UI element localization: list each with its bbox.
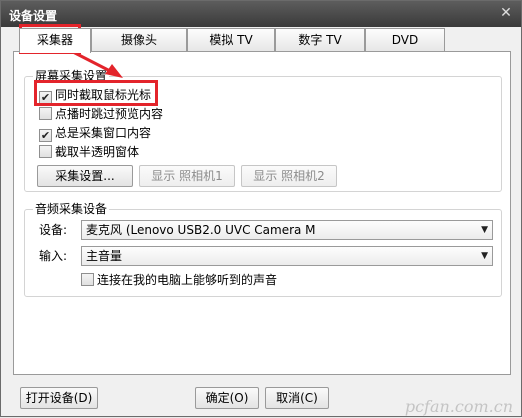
- tab-digital-tv[interactable]: 数字 TV: [275, 28, 365, 52]
- tab-capture-label: 采集器: [36, 33, 73, 47]
- tab-camera-label: 摄像头: [120, 33, 157, 47]
- device-select[interactable]: 麦克风 (Lenovo USB2.0 UVC Camera M ▼: [81, 220, 493, 240]
- tab-bar: 采集器 摄像头 模拟 TV 数字 TV DVD: [13, 28, 501, 53]
- option-label: 同时截取鼠标光标: [55, 88, 152, 102]
- option-label: 截取半透明窗体: [55, 145, 140, 159]
- input-select-value: 主音量: [86, 249, 123, 263]
- audio-capture-group: 音频采集设备 设备: 麦克风 (Lenovo USB2.0 UVC Camera…: [24, 202, 502, 297]
- screen-capture-title: 屏幕采集设置: [33, 69, 110, 83]
- option-label: 点播时跳过预览内容: [55, 107, 164, 121]
- capture-settings-button[interactable]: 采集设置...: [37, 165, 133, 187]
- open-device-button[interactable]: 打开设备(D): [20, 387, 98, 409]
- device-label: 设备:: [39, 223, 68, 237]
- tab-panel: 屏幕采集设置 ✔ 同时截取鼠标光标 点播时跳过预览内容 ✔ 总是采集窗口内容 截取半…: [13, 51, 511, 375]
- tab-analog-tv-label: 模拟 TV: [209, 33, 253, 47]
- device-settings-window: 设备设置 ✕ 采集器 摄像头 模拟 TV 数字 TV DVD 屏幕采集设置 ✔ 同…: [0, 0, 522, 417]
- checkbox-checked-icon[interactable]: ✔: [39, 129, 52, 142]
- input-label: 输入:: [39, 249, 68, 263]
- cancel-button[interactable]: 取消(C): [265, 387, 329, 409]
- chevron-down-icon: ▼: [481, 225, 488, 235]
- input-select[interactable]: 主音量 ▼: [81, 246, 493, 266]
- show-camera2-button[interactable]: 显示 照相机2: [241, 165, 337, 187]
- option-skip-preview[interactable]: 点播时跳过预览内容: [39, 106, 163, 122]
- window-title: 设备设置: [9, 9, 58, 23]
- option-capture-window-content[interactable]: ✔ 总是采集窗口内容: [39, 125, 152, 142]
- screen-capture-group: 屏幕采集设置 ✔ 同时截取鼠标光标 点播时跳过预览内容 ✔ 总是采集窗口内容 截取半…: [24, 69, 502, 192]
- tab-dvd[interactable]: DVD: [365, 28, 445, 52]
- close-icon[interactable]: ✕: [495, 4, 517, 23]
- site-watermark: pcfan.com.cn: [404, 397, 513, 416]
- checkbox-checked-icon[interactable]: ✔: [39, 91, 52, 104]
- option-label: 总是采集窗口内容: [55, 126, 152, 140]
- tab-camera[interactable]: 摄像头: [91, 28, 187, 52]
- tab-dvd-label: DVD: [391, 33, 419, 47]
- checkbox-unchecked-icon[interactable]: [39, 107, 52, 120]
- tab-capture[interactable]: 采集器: [19, 28, 91, 53]
- checkbox-unchecked-icon[interactable]: [39, 145, 52, 158]
- option-label: 连接在我的电脑上能够听到的声音: [97, 273, 278, 287]
- audio-capture-title: 音频采集设备: [33, 202, 110, 216]
- option-capture-translucent[interactable]: 截取半透明窗体: [39, 144, 139, 160]
- option-loopback-audio[interactable]: 连接在我的电脑上能够听到的声音: [81, 272, 277, 288]
- ok-button[interactable]: 确定(O): [195, 387, 259, 409]
- option-capture-cursor[interactable]: ✔ 同时截取鼠标光标: [39, 87, 152, 104]
- tab-analog-tv[interactable]: 模拟 TV: [187, 28, 275, 52]
- device-select-value: 麦克风 (Lenovo USB2.0 UVC Camera M: [86, 223, 316, 237]
- checkbox-unchecked-icon[interactable]: [81, 273, 94, 286]
- chevron-down-icon: ▼: [481, 251, 488, 261]
- titlebar: 设备设置 ✕: [1, 1, 521, 27]
- tab-digital-tv-label: 数字 TV: [298, 33, 342, 47]
- show-camera1-button[interactable]: 显示 照相机1: [139, 165, 235, 187]
